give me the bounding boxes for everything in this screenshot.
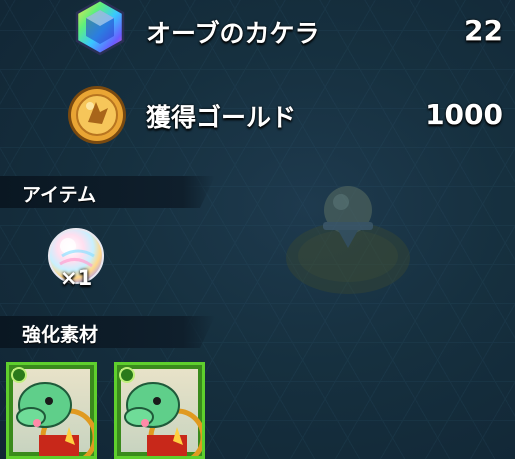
section-header-materials: 強化素材 xyxy=(0,316,215,348)
orb-fragments-value: 22 xyxy=(464,14,503,47)
section-title-materials: 強化素材 xyxy=(22,324,99,346)
orb-fragments-label: オーブのカケラ xyxy=(146,19,320,48)
item-quantity: ×1 xyxy=(60,266,93,290)
material-card-2[interactable] xyxy=(114,362,205,459)
gold-label: 獲得ゴールド xyxy=(146,103,297,132)
orb-stand-icon xyxy=(286,186,410,294)
material-card-1[interactable] xyxy=(6,362,97,459)
reward-orb-fragments: オーブのカケラ 22 xyxy=(0,0,515,70)
section-title-items: アイテム xyxy=(22,184,97,206)
rainbow-gem-icon xyxy=(75,0,125,56)
green-dragon-card-icon xyxy=(11,367,94,456)
gold-coin-icon xyxy=(68,86,126,144)
section-header-items: アイテム xyxy=(0,176,215,208)
green-dragon-card-icon xyxy=(119,367,202,456)
gold-value: 1000 xyxy=(425,98,503,131)
reward-gold: 獲得ゴールド 1000 xyxy=(0,80,515,150)
